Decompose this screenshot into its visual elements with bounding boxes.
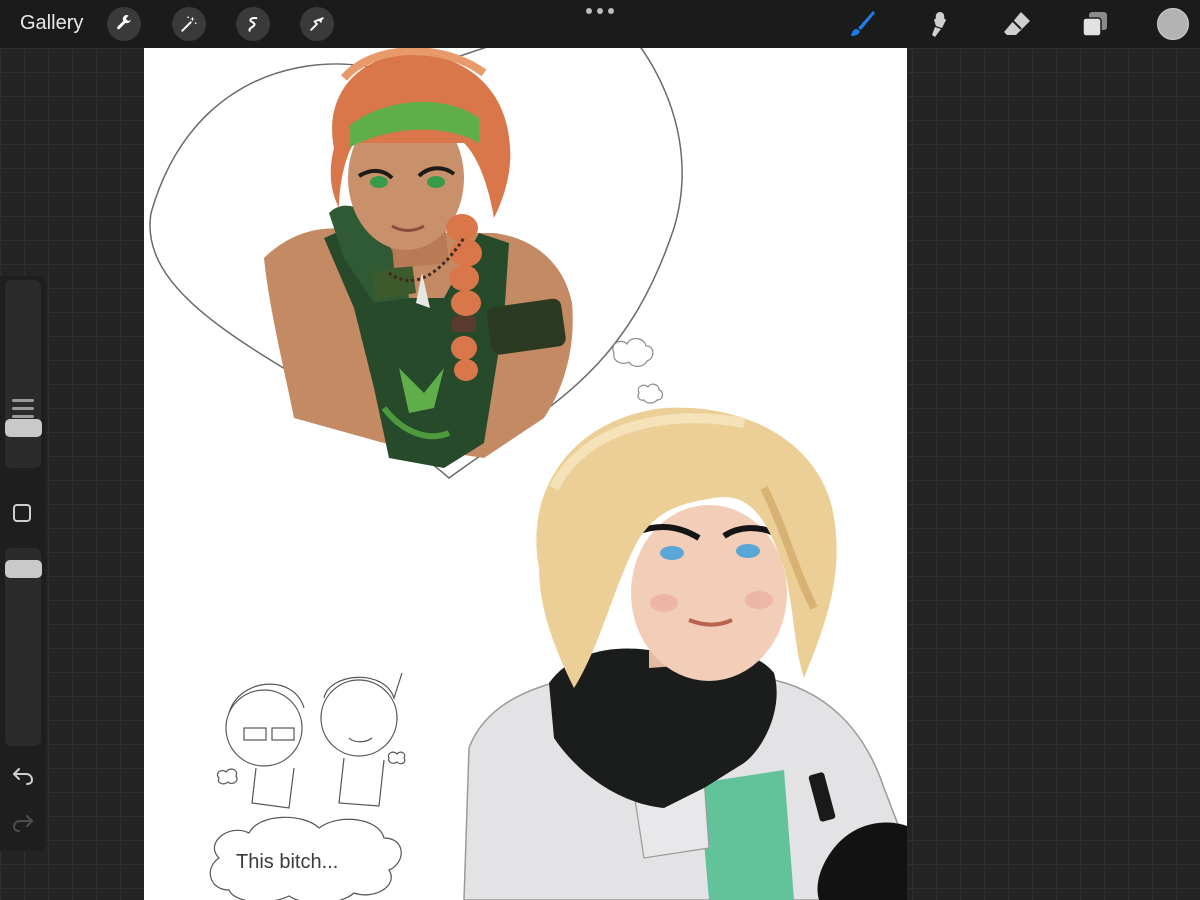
smudge-icon[interactable] xyxy=(923,8,955,40)
brush-size-handle[interactable] xyxy=(5,418,42,437)
bubble-text: This bitch... xyxy=(236,851,338,873)
selection-icon xyxy=(248,17,258,32)
actions-button[interactable] xyxy=(107,7,141,41)
magic-wand-icon xyxy=(181,16,197,32)
top-toolbar: Gallery xyxy=(0,0,1200,48)
color-swatch[interactable] xyxy=(1157,8,1189,40)
thought-clouds xyxy=(612,338,664,404)
more-options-icon[interactable] xyxy=(586,6,614,16)
opacity-handle[interactable] xyxy=(5,560,42,578)
transform-button[interactable] xyxy=(300,7,334,41)
artwork: This bitch... xyxy=(149,48,907,900)
top-character-illustration xyxy=(264,48,573,468)
bottom-character-illustration xyxy=(463,407,907,900)
wrench-icon xyxy=(117,15,132,30)
brush-icon[interactable] xyxy=(846,8,878,40)
transform-arrow-icon xyxy=(310,17,324,31)
speech-bubble: This bitch... xyxy=(209,816,402,900)
adjustments-button[interactable] xyxy=(172,7,206,41)
brush-size-slider[interactable] xyxy=(5,280,41,468)
undo-icon[interactable] xyxy=(11,764,35,788)
left-sidebar xyxy=(0,276,46,851)
modify-button[interactable] xyxy=(13,504,31,522)
redo-icon[interactable] xyxy=(11,811,35,835)
selection-button[interactable] xyxy=(236,7,270,41)
chibi-sketches xyxy=(216,672,406,809)
eraser-icon[interactable] xyxy=(1001,8,1033,40)
layers-icon[interactable] xyxy=(1079,8,1111,40)
gallery-button[interactable]: Gallery xyxy=(20,12,83,35)
drawing-canvas[interactable]: This bitch... xyxy=(144,48,907,900)
